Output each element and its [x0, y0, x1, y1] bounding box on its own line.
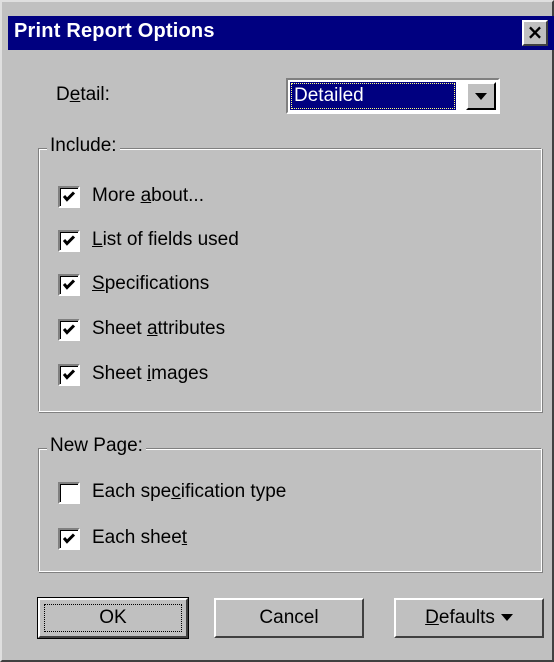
title-bar: Print Report Options × [8, 16, 554, 50]
sheet-attributes-label: Sheet attributes [92, 318, 226, 339]
checkmark-icon [62, 533, 76, 544]
cancel-button-label: Cancel [259, 607, 319, 628]
ok-button[interactable]: OK [37, 597, 189, 639]
close-icon: × [526, 20, 544, 44]
defaults-button[interactable]: Defaults [394, 598, 544, 638]
detail-selected-value: Detailed [290, 82, 456, 110]
specifications-checkbox[interactable] [58, 274, 80, 296]
dialog-title: Print Report Options [14, 20, 215, 42]
include-legend: Include: [47, 135, 120, 157]
focus-rectangle [44, 604, 182, 632]
sheet-images-label: Sheet images [92, 363, 209, 384]
checkmark-icon [62, 324, 76, 335]
dropdown-arrow-icon [500, 614, 513, 622]
new-page-legend: New Page: [47, 435, 146, 457]
specifications-label: Specifications [92, 273, 210, 294]
each-specification-type-checkbox[interactable] [58, 482, 80, 504]
print-report-options-dialog: Print Report Options × Detail: Detailed … [0, 0, 554, 662]
checkmark-icon [62, 279, 76, 290]
list-of-fields-label: List of fields used [92, 229, 239, 250]
close-button[interactable]: × [522, 20, 548, 46]
cancel-button[interactable]: Cancel [214, 598, 364, 638]
each-sheet-label: Each sheet [92, 527, 188, 548]
sheet-images-checkbox[interactable] [58, 364, 80, 386]
new-page-group [38, 448, 542, 572]
detail-label-mnemonic: e [69, 84, 81, 105]
chevron-down-icon [475, 93, 487, 100]
checkmark-icon [62, 235, 76, 246]
defaults-button-label: Defaults [425, 607, 495, 628]
each-sheet-checkbox[interactable] [58, 528, 80, 550]
checkmark-icon [62, 369, 76, 380]
more-about-label: More about... [92, 185, 204, 206]
each-specification-type-label: Each specification type [92, 481, 287, 502]
more-about-checkbox[interactable] [58, 186, 80, 208]
detail-label: Detail: [56, 84, 110, 106]
checkmark-icon [62, 191, 76, 202]
sheet-attributes-checkbox[interactable] [58, 319, 80, 341]
detail-select[interactable]: Detailed [286, 78, 500, 114]
detail-label-post: tail: [80, 84, 110, 105]
list-of-fields-checkbox[interactable] [58, 230, 80, 252]
detail-label-pre: D [56, 84, 70, 105]
detail-dropdown-button[interactable] [466, 82, 496, 110]
